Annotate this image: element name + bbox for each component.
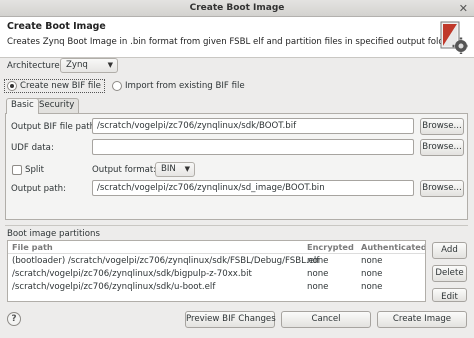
udf-input[interactable] (92, 139, 414, 155)
chevron-down-icon: ▼ (184, 165, 190, 173)
partitions-section-label: Boot image partitions (7, 229, 100, 239)
architecture-value: Zynq (66, 60, 88, 70)
udf-label: UDF data: (11, 143, 54, 153)
add-partition-button[interactable]: Add (432, 242, 467, 259)
table-row-encrypted[interactable]: none (307, 281, 328, 293)
output-format-label: Output format: (92, 165, 157, 175)
table-row-authenticated[interactable]: none (361, 281, 382, 293)
table-row-authenticated[interactable]: none (361, 268, 382, 280)
delete-partition-button[interactable]: Delete (432, 265, 467, 282)
tab-basic[interactable]: Basic (6, 98, 39, 114)
create-image-button[interactable]: Create Image (377, 311, 467, 328)
table-row-path[interactable]: (bootloader) /scratch/vogelpi/zc706/zynq… (12, 255, 319, 267)
partitions-table[interactable]: File path Encrypted Authenticated (bootl… (7, 240, 426, 302)
output-path-browse-button[interactable]: Browse... (420, 180, 464, 197)
split-checkbox[interactable] (12, 165, 22, 175)
output-format-value: BIN (161, 164, 176, 174)
output-path-input[interactable]: /scratch/vogelpi/zc706/zynqlinux/sd_imag… (92, 180, 414, 196)
output-format-select[interactable]: BIN ▼ (155, 162, 195, 177)
header-title: Create Boot Image (7, 21, 106, 32)
table-row-path[interactable]: /scratch/vogelpi/zc706/zynqlinux/sdk/big… (12, 268, 252, 280)
preview-bif-button[interactable]: Preview BIF Changes (185, 311, 276, 328)
udf-browse-button[interactable]: Browse... (420, 139, 464, 156)
import-bif-label[interactable]: Import from existing BIF file (125, 81, 245, 91)
table-row-path[interactable]: /scratch/vogelpi/zc706/zynqlinux/sdk/u-b… (12, 281, 215, 293)
split-label[interactable]: Split (25, 165, 44, 175)
create-new-bif-radio[interactable] (7, 81, 17, 91)
cancel-button[interactable]: Cancel (281, 311, 371, 328)
section-divider (5, 225, 468, 226)
close-icon[interactable]: ✕ (459, 0, 468, 17)
bif-path-label: Output BIF file path: (11, 122, 98, 132)
architecture-label: Architecture: (7, 61, 63, 71)
column-header-file-path[interactable]: File path (12, 241, 53, 253)
column-header-encrypted[interactable]: Encrypted (307, 241, 354, 253)
bif-path-browse-button[interactable]: Browse... (420, 118, 464, 135)
dialog-header: Create Boot Image Creates Zynq Boot Imag… (0, 17, 474, 58)
import-bif-radio[interactable] (112, 81, 122, 91)
tab-security[interactable]: Security (34, 98, 80, 113)
architecture-select[interactable]: Zynq ▼ (60, 58, 118, 73)
table-row-encrypted[interactable]: none (307, 255, 328, 267)
table-row-authenticated[interactable]: none (361, 255, 382, 267)
column-header-authenticated[interactable]: Authenticated (361, 241, 425, 253)
boot-image-gear-icon (440, 21, 468, 54)
window-title: Create Boot Image (189, 3, 285, 13)
help-button[interactable]: ? (7, 312, 21, 326)
create-new-bif-label[interactable]: Create new BIF file (20, 81, 101, 91)
table-row-encrypted[interactable]: none (307, 268, 328, 280)
edit-partition-button[interactable]: Edit (432, 288, 467, 302)
header-divider (8, 253, 425, 254)
output-path-label: Output path: (11, 184, 67, 194)
bif-path-input[interactable]: /scratch/vogelpi/zc706/zynqlinux/sdk/BOO… (92, 118, 414, 134)
window-titlebar: Create Boot Image ✕ (0, 0, 474, 17)
chevron-down-icon: ▼ (107, 61, 113, 69)
header-description: Creates Zynq Boot Image in .bin format f… (7, 37, 455, 47)
